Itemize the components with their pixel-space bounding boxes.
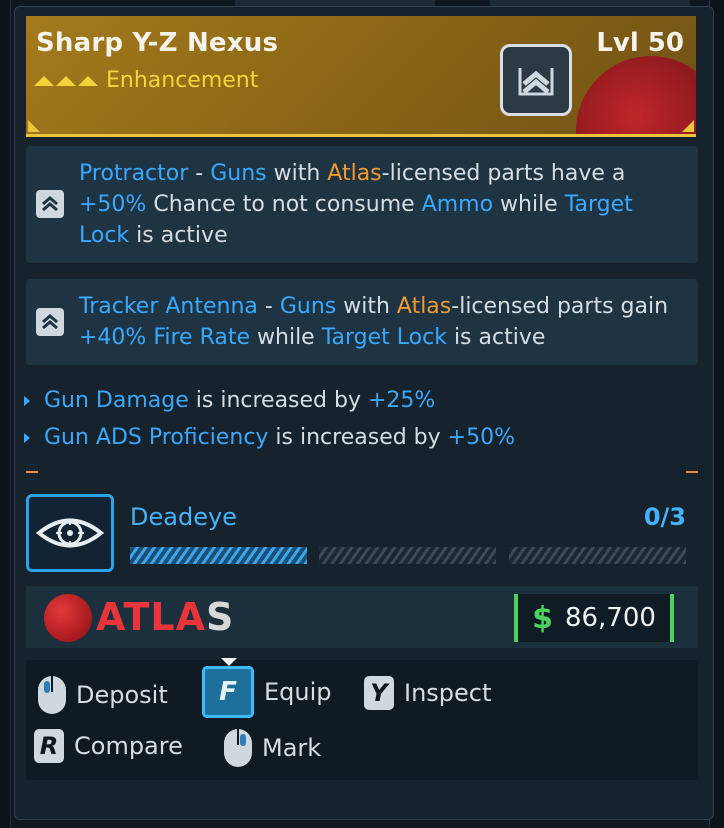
- header-corner-right: [682, 120, 694, 132]
- stat-row: Gun Damage is increased by +25%: [24, 388, 435, 413]
- perk-text-segment: +40% Fire Rate: [79, 325, 251, 350]
- mark-action[interactable]: Mark: [224, 729, 321, 767]
- inspect-key: Y: [364, 676, 394, 710]
- stat-text: is increased by: [188, 388, 368, 413]
- inspect-action[interactable]: Y Inspect: [364, 676, 491, 710]
- perk-text-segment: while: [250, 325, 322, 350]
- chevron-rank-icon: [500, 44, 572, 116]
- perk-description: Tracker Antenna - Guns with Atlas-licens…: [79, 291, 688, 353]
- mark-label: Mark: [262, 734, 322, 762]
- deposit-action[interactable]: Deposit: [38, 676, 168, 714]
- stat-value: +50%: [447, 425, 516, 450]
- perk-text-segment: with: [266, 161, 328, 186]
- rarity-chevrons-icon: [34, 75, 98, 86]
- item-header: Sharp Y-Z Nexus Lvl 50 Enhancement: [26, 16, 696, 137]
- bullet-arrow-icon: [24, 432, 30, 443]
- atlas-logo: [44, 594, 92, 642]
- bullet-arrow-icon: [24, 395, 30, 406]
- manufacturer-name-part: S: [206, 595, 235, 639]
- manufacturer-name-part: ATLA: [96, 595, 207, 639]
- perk-text-segment: Chance to not consume: [146, 192, 422, 217]
- perk-card-tracker-antenna: Tracker Antenna - Guns with Atlas-licens…: [26, 279, 698, 365]
- perk-card-protractor: Protractor - Guns with Atlas-licensed pa…: [26, 146, 698, 263]
- eye-target-icon: [26, 494, 114, 572]
- equip-key: F: [202, 658, 254, 718]
- perk-text-segment: Guns: [210, 161, 267, 186]
- chevron-up-icon: [36, 190, 64, 218]
- perk-text-segment: Guns: [279, 294, 337, 319]
- perk-text-segment: -licensed parts gain: [451, 294, 669, 319]
- perk-text-segment: Protractor: [79, 161, 189, 186]
- perk-text-segment: is active: [129, 223, 228, 248]
- section-divider: [26, 471, 698, 473]
- perk-description: Protractor - Guns with Atlas-licensed pa…: [79, 158, 688, 251]
- chevron-up-icon: [36, 308, 64, 336]
- skill-progress-pip: [130, 547, 307, 564]
- compare-action[interactable]: R Compare: [34, 729, 183, 763]
- perk-text-segment: Atlas: [396, 294, 452, 319]
- equip-action[interactable]: F Equip: [202, 658, 332, 718]
- stat-text: is increased by: [268, 425, 448, 450]
- perk-text-segment: with: [336, 294, 397, 319]
- rarity-label: Enhancement: [106, 68, 259, 93]
- compare-key: R: [34, 729, 64, 763]
- manufacturer-name: ATLAS: [96, 595, 234, 639]
- item-level: Lvl 50: [596, 28, 684, 58]
- perk-text-segment: Target Lock: [321, 325, 447, 350]
- perk-text-segment: Ammo: [421, 192, 494, 217]
- perk-text-segment: -: [188, 161, 211, 186]
- header-corner-left: [28, 120, 40, 132]
- item-value-amount: 86,700: [564, 603, 656, 633]
- manufacturer-splash: [576, 56, 696, 134]
- perk-text-segment: is active: [446, 325, 546, 350]
- perk-text-segment: -: [257, 294, 280, 319]
- stat-value: +25%: [368, 388, 436, 413]
- perk-text-segment: +50%: [79, 192, 147, 217]
- mouse-right-icon: [224, 729, 252, 767]
- rarity-row: Enhancement: [34, 68, 258, 93]
- skill-name: Deadeye: [130, 503, 237, 531]
- mouse-left-icon: [38, 676, 66, 714]
- item-value: $ 86,700: [514, 594, 674, 642]
- skill-progress-pip: [319, 547, 496, 564]
- deposit-label: Deposit: [76, 681, 168, 709]
- compare-label: Compare: [74, 732, 183, 760]
- perk-text-segment: -licensed parts have a: [381, 161, 626, 186]
- perk-text-segment: while: [493, 192, 565, 217]
- stat-row: Gun ADS Proficiency is increased by +50%: [24, 425, 515, 450]
- perk-text-segment: Tracker Antenna: [79, 294, 258, 319]
- equip-label: Equip: [264, 678, 332, 706]
- skill-progress-pip: [509, 547, 686, 564]
- skill-rank: 0/3: [643, 503, 686, 531]
- perk-text-segment: Atlas: [327, 161, 382, 186]
- inspect-label: Inspect: [404, 679, 492, 707]
- item-name: Sharp Y-Z Nexus: [36, 28, 279, 58]
- stat-name: Gun Damage: [44, 388, 189, 413]
- action-bar: Deposit F Equip Y Inspect R Compare Mark: [26, 658, 698, 780]
- left-edge-strip: [0, 0, 11, 828]
- currency-icon: $: [532, 600, 553, 636]
- manufacturer-bar: ATLAS $ 86,700: [26, 586, 698, 648]
- stat-name: Gun ADS Proficiency: [44, 425, 269, 450]
